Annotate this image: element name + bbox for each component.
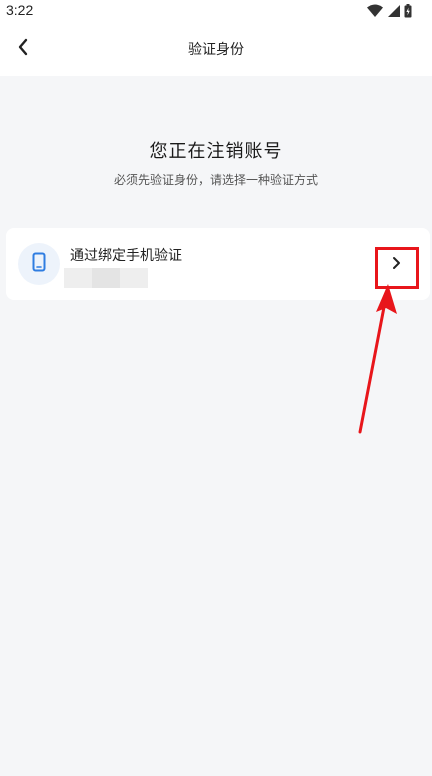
wifi-icon — [367, 3, 383, 22]
battery-icon — [404, 3, 412, 22]
masked-phone-number — [64, 268, 148, 288]
status-time: 3:22 — [6, 2, 34, 18]
status-bar: 3:22 — [0, 0, 432, 22]
phone-icon — [32, 252, 46, 276]
status-icons — [367, 3, 412, 22]
signal-icon — [387, 3, 400, 22]
deregister-subheading: 必须先验证身份，请选择一种验证方式 — [113, 173, 318, 187]
deregister-heading: 您正在注销账号 — [149, 141, 283, 162]
nav-bar: 验证身份 — [0, 22, 432, 76]
phone-icon-badge — [18, 243, 60, 285]
option-title: 通过绑定手机验证 — [70, 248, 182, 264]
annotation-arrow — [358, 284, 397, 434]
page-title: 验证身份 — [188, 42, 244, 58]
